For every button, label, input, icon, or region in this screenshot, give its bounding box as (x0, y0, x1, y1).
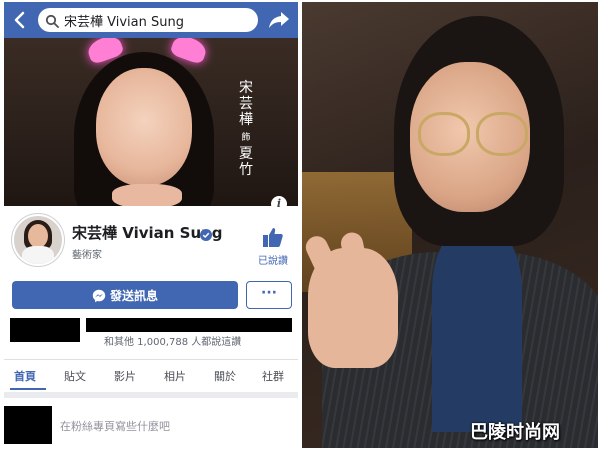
caption-character: 夏竹 (239, 146, 253, 178)
info-icon[interactable]: i (271, 196, 287, 212)
top-bar: 宋芸樺 Vivian Sung (4, 2, 298, 38)
cover-hands (112, 184, 182, 206)
page-category: 藝術家 (72, 250, 102, 261)
glasses-lens-left (418, 112, 470, 156)
divider (4, 359, 298, 360)
like-icon (262, 226, 284, 248)
composer-avatar-redaction (4, 406, 52, 444)
avatar-face (28, 224, 48, 248)
divider (4, 392, 298, 398)
more-options-button[interactable]: ··· (246, 281, 292, 309)
composer-input[interactable]: 在粉絲專頁寫些什麼吧 (60, 418, 170, 434)
tab-photos[interactable]: 相片 (164, 368, 186, 384)
search-input[interactable]: 宋芸樺 Vivian Sung (38, 8, 258, 32)
tab-posts[interactable]: 貼文 (64, 368, 86, 384)
avatar-body (22, 246, 54, 264)
search-icon (45, 13, 59, 28)
messenger-icon (92, 288, 106, 303)
caption-role-marker: 飾 (241, 133, 251, 143)
peace-sign-hand (308, 248, 398, 368)
cover-face (96, 68, 192, 186)
redaction-block (10, 318, 80, 342)
cover-caption: 宋芸樺 飾 夏竹 (236, 80, 256, 178)
tab-home[interactable]: 首頁 (14, 368, 36, 384)
likes-summary: 和其他 1,000,788 人都說這讚 (104, 337, 242, 348)
watermark: 巴陵时尚网 (470, 422, 560, 443)
share-icon[interactable] (268, 10, 290, 30)
tab-community[interactable]: 社群 (262, 368, 284, 384)
active-tab-indicator (10, 388, 46, 390)
redaction-block (86, 318, 292, 332)
search-query: 宋芸樺 Vivian Sung (64, 15, 184, 30)
tab-videos[interactable]: 影片 (114, 368, 136, 384)
like-button[interactable]: 已說讚 (252, 226, 292, 267)
glasses-lens-right (476, 112, 528, 156)
film-still-photo (302, 2, 598, 448)
send-message-button[interactable]: 發送訊息 (12, 281, 238, 309)
page-tabs: 首頁 貼文 影片 相片 關於 社群 (4, 364, 298, 388)
avatar[interactable] (12, 214, 64, 266)
send-message-label: 發送訊息 (110, 289, 159, 303)
caption-name: 宋芸樺 (239, 80, 253, 128)
blue-blouse (432, 232, 522, 432)
verified-icon (200, 226, 212, 241)
like-label: 已說讚 (258, 256, 288, 267)
facebook-page-panel: 宋芸樺 Vivian Sung 宋芸樺 飾 夏竹 i 宋芸樺 Vivian Su… (4, 2, 298, 448)
tab-about[interactable]: 關於 (214, 368, 236, 384)
back-icon[interactable] (10, 10, 30, 30)
cover-photo[interactable]: 宋芸樺 飾 夏竹 (4, 38, 298, 206)
